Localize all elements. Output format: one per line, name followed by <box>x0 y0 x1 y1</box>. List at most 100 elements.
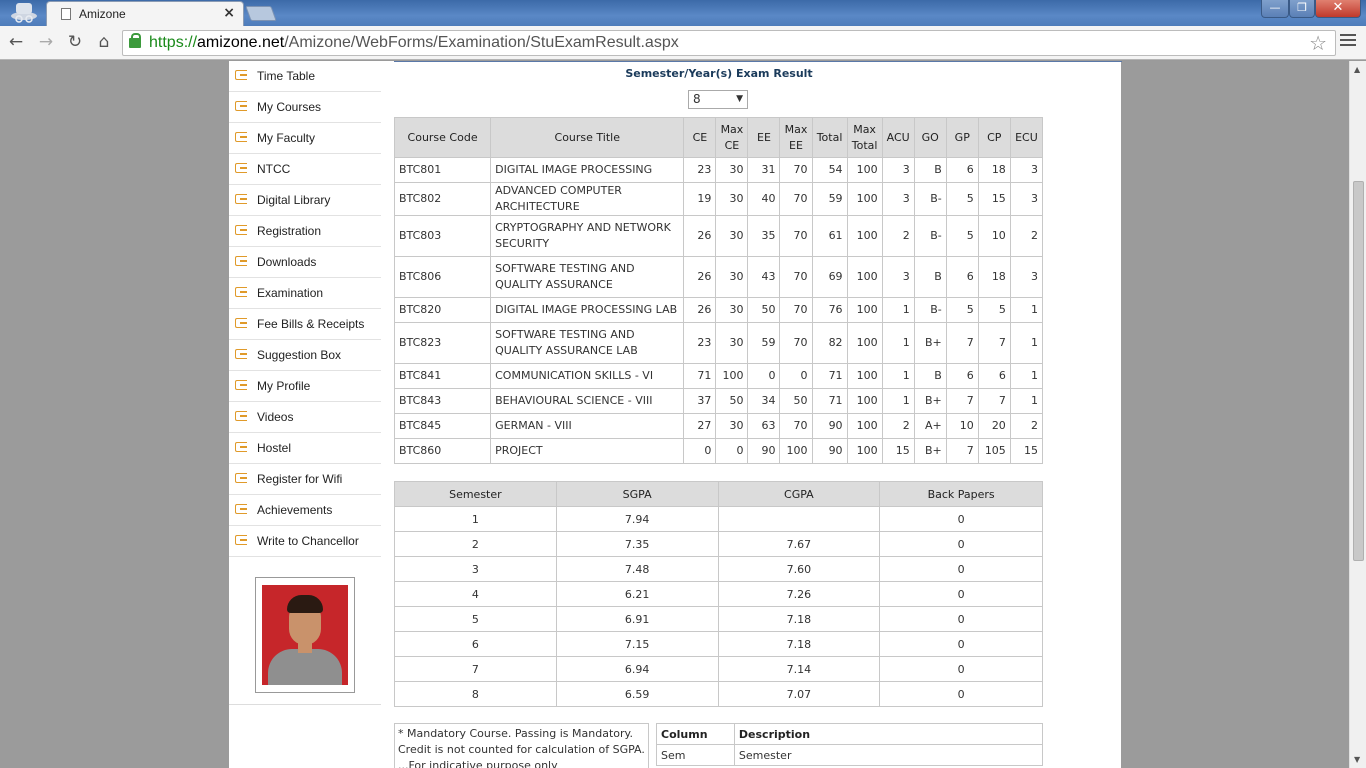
cell-cp: 18 <box>977 157 1011 183</box>
home-icon[interactable]: ⌂ <box>94 33 114 51</box>
cell-cgpa: 7.26 <box>717 581 881 607</box>
cell-back: 0 <box>879 606 1043 632</box>
page-container: Time Table My Courses My Faculty NTCC Digita… <box>229 61 1122 768</box>
lock-icon <box>129 33 141 48</box>
cell-acu: 1 <box>881 297 915 323</box>
cell-back: 0 <box>879 656 1043 682</box>
cell-maxce: 30 <box>715 256 749 298</box>
cell-sem: 6 <box>394 631 557 657</box>
cell-cp: 7 <box>977 322 1011 364</box>
reload-icon[interactable]: ↻ <box>65 33 85 51</box>
sidebar-item-downloads[interactable]: Downloads <box>229 247 381 278</box>
sidebar-item-label: Write to Chancellor <box>257 534 359 548</box>
arrow-right-icon <box>235 163 247 173</box>
cell-code: BTC843 <box>393 388 492 414</box>
cell-sgpa: 6.21 <box>555 581 719 607</box>
cell-code: BTC845 <box>393 413 492 439</box>
sidebar-item-time-table[interactable]: Time Table <box>229 61 381 92</box>
cell-title: PROJECT <box>490 438 685 464</box>
menu-icon[interactable] <box>1340 34 1356 49</box>
sidebar-item-examination[interactable]: Examination <box>229 278 381 309</box>
cell-code: BTC841 <box>393 363 492 389</box>
sidebar-item-suggestion-box[interactable]: Suggestion Box <box>229 340 381 371</box>
cell-ecu: 15 <box>1009 438 1044 464</box>
cell-total: 90 <box>811 438 848 464</box>
column-header: Column <box>656 723 735 745</box>
sidebar-item-label: My Faculty <box>257 131 316 145</box>
cell-ce: 26 <box>683 256 717 298</box>
cell-go: B <box>913 256 947 298</box>
cell-ce: 0 <box>683 438 717 464</box>
cell-sgpa: 6.91 <box>555 606 719 632</box>
arrow-right-icon <box>235 194 247 204</box>
sidebar-item-videos[interactable]: Videos <box>229 402 381 433</box>
cell-ecu: 1 <box>1009 322 1044 364</box>
cell-ce: 19 <box>683 182 717 216</box>
sidebar-item-registration[interactable]: Registration <box>229 216 381 247</box>
arrow-right-icon <box>235 287 247 297</box>
window-titlebar: Amizone × — ❐ ✕ <box>0 0 1366 26</box>
sidebar-divider <box>229 704 381 705</box>
forward-arrow-icon[interactable]: → <box>36 33 56 51</box>
cell-maxce: 30 <box>715 322 749 364</box>
cell-acu: 3 <box>881 256 915 298</box>
column-header: CP <box>977 117 1011 158</box>
column-header: Course Code <box>393 117 492 158</box>
cell-maxce: 50 <box>715 388 749 414</box>
cell-cp: 5 <box>977 297 1011 323</box>
cell-ce: 26 <box>683 297 717 323</box>
sidebar-item-register-for-wifi[interactable]: Register for Wifi <box>229 464 381 495</box>
sidebar-item-label: Downloads <box>257 255 317 269</box>
cell-sem: 1 <box>394 506 557 532</box>
cell-title: DIGITAL IMAGE PROCESSING <box>490 157 685 183</box>
column-header: Max EE <box>779 117 813 158</box>
table-row: 7 6.94 7.14 0 <box>394 656 1043 682</box>
tab-close-icon[interactable]: × <box>223 5 235 21</box>
cell-ee: 40 <box>747 182 781 216</box>
column-header: EE <box>747 117 781 158</box>
cell-maxee: 70 <box>779 413 813 439</box>
sidebar: Time Table My Courses My Faculty NTCC Digita… <box>229 61 381 557</box>
sidebar-item-my-profile[interactable]: My Profile <box>229 371 381 402</box>
sidebar-item-write-to-chancellor[interactable]: Write to Chancellor <box>229 526 381 557</box>
cell-go: B- <box>913 297 947 323</box>
cell-ee: 90 <box>747 438 781 464</box>
semester-select[interactable]: 8 ▼ <box>688 90 748 109</box>
cell-ee: 31 <box>747 157 781 183</box>
table-row: BTC802 ADVANCED COMPUTER ARCHITECTURE 19 30… <box>393 182 1044 216</box>
close-window-button[interactable]: ✕ <box>1315 0 1361 18</box>
new-tab-button[interactable] <box>245 6 277 21</box>
bookmark-star-icon[interactable]: ☆ <box>1309 31 1327 55</box>
cell-ecu: 3 <box>1009 157 1044 183</box>
vertical-scrollbar[interactable]: ▲ ▼ <box>1349 61 1366 768</box>
dropdown-arrow-icon: ▼ <box>736 94 743 104</box>
sidebar-item-achievements[interactable]: Achievements <box>229 495 381 526</box>
sidebar-item-label: Register for Wifi <box>257 472 343 486</box>
address-bar[interactable]: https://amizone.net/Amizone/WebForms/Exa… <box>122 30 1336 56</box>
cell-sem: 2 <box>394 531 557 557</box>
sidebar-item-ntcc[interactable]: NTCC <box>229 154 381 185</box>
scroll-down-icon[interactable]: ▼ <box>1354 755 1360 764</box>
scrollbar-thumb[interactable] <box>1353 181 1364 561</box>
cell-gp: 10 <box>945 413 979 439</box>
browser-tab[interactable]: Amizone × <box>46 1 244 26</box>
back-arrow-icon[interactable]: ← <box>6 33 26 51</box>
cell-back: 0 <box>879 556 1043 582</box>
sidebar-item-hostel[interactable]: Hostel <box>229 433 381 464</box>
table-row: BTC860 PROJECT 0 0 90 100 90 100 15 B+ 7 105 15 <box>393 438 1044 464</box>
cell-acu: 15 <box>881 438 915 464</box>
column-header: SGPA <box>555 481 719 507</box>
sidebar-item-my-courses[interactable]: My Courses <box>229 92 381 123</box>
sidebar-item-my-faculty[interactable]: My Faculty <box>229 123 381 154</box>
minimize-button[interactable]: — <box>1261 0 1289 18</box>
cell-gp: 6 <box>945 256 979 298</box>
cell-cgpa: 7.18 <box>717 631 881 657</box>
cell-back: 0 <box>879 506 1043 532</box>
maximize-button[interactable]: ❐ <box>1289 0 1315 18</box>
sidebar-item-digital-library[interactable]: Digital Library <box>229 185 381 216</box>
scroll-up-icon[interactable]: ▲ <box>1354 65 1360 74</box>
sidebar-item-fee-bills-receipts[interactable]: Fee Bills & Receipts <box>229 309 381 340</box>
sidebar-item-label: Videos <box>257 410 294 424</box>
arrow-right-icon <box>235 70 247 80</box>
cell-ecu: 1 <box>1009 297 1044 323</box>
